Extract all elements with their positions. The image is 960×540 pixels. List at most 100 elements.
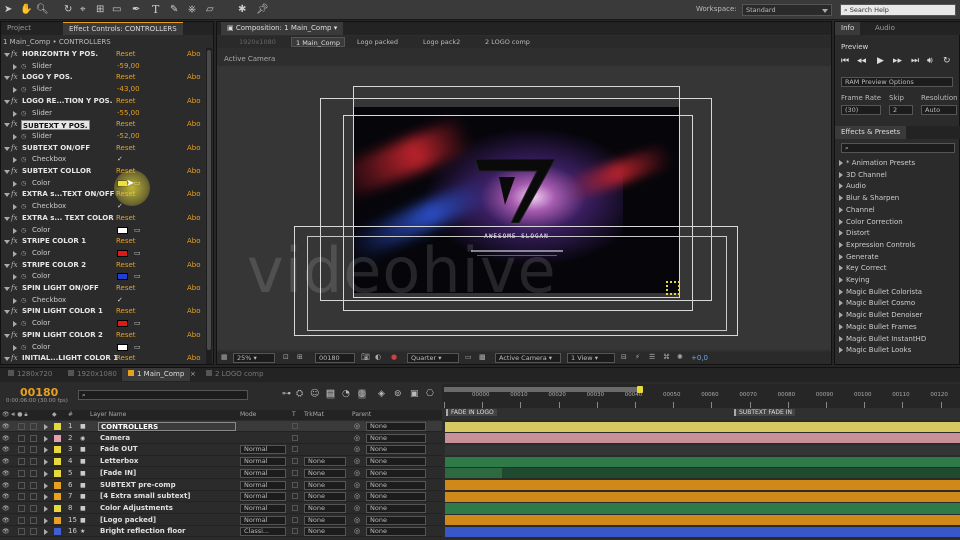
marker-subtext-fade-in[interactable]: SUBTEXT FADE IN xyxy=(734,409,795,416)
hide-shy-layers-icon[interactable]: ☺ xyxy=(310,389,319,399)
effect-reset-link[interactable]: Reset xyxy=(116,260,136,272)
exposure-value[interactable]: +0,0 xyxy=(691,354,708,362)
lock-box[interactable] xyxy=(30,458,37,466)
comp-flow-tab[interactable]: 2 LOGO comp xyxy=(481,37,534,47)
timeline-tab[interactable]: 2 LOGO comp xyxy=(200,368,269,381)
effect-row[interactable]: fx STRIPE COLOR 2 Reset Abo xyxy=(1,260,207,272)
effect-about-link[interactable]: Abo xyxy=(187,330,201,342)
close-icon[interactable]: × xyxy=(190,370,196,378)
effect-reset-link[interactable]: Reset xyxy=(116,353,136,365)
effect-reset-link[interactable]: Reset xyxy=(116,96,136,108)
stopwatch-icon[interactable]: ◷ xyxy=(21,154,26,166)
tab-composition[interactable]: ▣ Composition: 1 Main_Comp ▾ xyxy=(221,22,344,35)
visibility-eye-icon[interactable]: 👁︎ xyxy=(2,456,10,467)
expand-triangle-icon[interactable] xyxy=(839,253,843,260)
layer-row[interactable]: 👁︎ 2 ◉ Camera ◎ None xyxy=(0,432,442,444)
effect-reset-link[interactable]: Reset xyxy=(116,213,136,225)
effects-search-input[interactable]: ⌕ xyxy=(841,143,955,153)
layer-row[interactable]: 👁︎ 7 ■ [4 Extra small subtext] Normal None ◎ No… xyxy=(0,491,442,503)
eyedropper-icon[interactable]: ▭ xyxy=(134,248,141,260)
col-layer-name[interactable]: Layer Name xyxy=(90,410,126,420)
expand-triangle-icon[interactable] xyxy=(4,310,10,315)
tab-effects-presets[interactable]: Effects & Presets xyxy=(835,126,907,139)
expand-triangle-icon[interactable] xyxy=(13,344,17,351)
visibility-eye-icon[interactable]: 👁︎ xyxy=(2,526,10,537)
layer-row[interactable]: 👁︎ 16 ★ Bright reflection floor Classi... Non… xyxy=(0,526,442,538)
fx-icon[interactable]: fx xyxy=(11,353,18,365)
tab-effect-controls[interactable]: Effect Controls: CONTROLLERS xyxy=(63,22,183,35)
fx-icon[interactable]: fx xyxy=(11,236,18,248)
effect-about-link[interactable]: Abo xyxy=(187,166,201,178)
stopwatch-icon[interactable]: ◷ xyxy=(21,131,26,143)
eyedropper-icon[interactable]: ▭ xyxy=(134,342,141,354)
lock-box[interactable] xyxy=(30,434,37,442)
solo-box[interactable] xyxy=(18,481,25,489)
expand-triangle-icon[interactable] xyxy=(44,435,48,442)
skip-dropdown[interactable]: 2 xyxy=(889,105,913,115)
layer-duration-bar[interactable] xyxy=(445,456,960,467)
selection-tool-icon[interactable]: ➤ xyxy=(4,4,12,15)
lock-box[interactable] xyxy=(30,493,37,501)
effect-name[interactable]: SUBTEXT Y POS. xyxy=(21,120,90,131)
parent-pickwhip-icon[interactable]: ◎ xyxy=(354,444,360,455)
solo-box[interactable] xyxy=(18,423,25,430)
timeline-tab[interactable]: 1920x1080 xyxy=(62,368,123,381)
layer-name[interactable]: Camera xyxy=(100,433,130,444)
expand-triangle-icon[interactable] xyxy=(839,241,843,248)
comp-flow-tab[interactable]: Logo pack2 xyxy=(419,37,464,47)
stopwatch-icon[interactable]: ◷ xyxy=(21,84,26,96)
flowchart-icon[interactable]: ⌘ xyxy=(663,353,670,361)
expand-triangle-icon[interactable] xyxy=(44,459,48,466)
effect-about-link[interactable]: Abo xyxy=(187,143,201,155)
layer-parent-dropdown[interactable]: None xyxy=(366,527,426,537)
layer-mode-dropdown[interactable]: Normal xyxy=(240,480,286,490)
effect-reset-link[interactable]: Reset xyxy=(116,283,136,295)
workspace-dropdown[interactable]: Standard xyxy=(742,4,832,16)
effects-category-item[interactable]: 3D Channel xyxy=(839,170,959,181)
effect-reset-link[interactable]: Reset xyxy=(116,119,136,131)
eyedropper-icon[interactable]: ▭ xyxy=(134,318,141,330)
expand-triangle-icon[interactable] xyxy=(4,76,10,81)
zoom-dropdown[interactable]: 25% ▾ xyxy=(233,353,275,363)
expand-triangle-icon[interactable] xyxy=(4,123,10,128)
frame-rate-dropdown[interactable]: (30) xyxy=(841,105,881,115)
eraser-tool-icon[interactable]: ▱ xyxy=(206,4,214,15)
effect-name[interactable]: EXTRA s... TEXT COLOR xyxy=(22,213,114,225)
fx-icon[interactable]: fx xyxy=(11,189,18,201)
visibility-eye-icon[interactable]: 👁︎ xyxy=(2,480,10,491)
effects-category-item[interactable]: Magic Bullet Cosmo xyxy=(839,298,959,309)
expand-triangle-icon[interactable] xyxy=(13,250,17,257)
expand-triangle-icon[interactable] xyxy=(4,263,10,268)
layer-trkmat-dropdown[interactable]: None xyxy=(304,515,346,525)
effect-row[interactable]: fx LOGO RE...TION Y POS. Reset Abo xyxy=(1,96,207,108)
solo-box[interactable] xyxy=(18,528,25,536)
visibility-eye-icon[interactable]: 👁︎ xyxy=(2,515,10,526)
layer-mode-dropdown[interactable]: Normal xyxy=(240,503,286,513)
layer-duration-bar[interactable] xyxy=(445,421,960,432)
lock-box[interactable] xyxy=(30,423,37,430)
expand-triangle-icon[interactable] xyxy=(839,288,843,295)
solo-box[interactable] xyxy=(18,434,25,442)
timeline-tab[interactable]: 1280x720 xyxy=(2,368,58,381)
layer-name[interactable]: [Logo packed] xyxy=(100,515,156,526)
playhead-marker[interactable] xyxy=(637,386,643,393)
layer-label-color[interactable] xyxy=(54,516,61,524)
preserve-transparency-box[interactable] xyxy=(292,423,298,429)
layer-label-color[interactable] xyxy=(54,469,61,477)
expand-triangle-icon[interactable] xyxy=(13,204,17,211)
lock-box[interactable] xyxy=(30,446,37,454)
layer-parent-dropdown[interactable]: None xyxy=(366,480,426,490)
effect-about-link[interactable]: Abo xyxy=(187,283,201,295)
layer-duration-bar[interactable] xyxy=(445,491,960,502)
comp-viewport[interactable]: AWESOME SLOGAN videohive xyxy=(217,66,831,350)
anchor-handle[interactable] xyxy=(666,281,680,295)
clone-stamp-tool-icon[interactable]: ⎈ xyxy=(188,4,196,15)
expand-triangle-icon[interactable] xyxy=(4,99,10,104)
layer-trkmat-dropdown[interactable]: None xyxy=(304,480,346,490)
layer-parent-dropdown[interactable]: None xyxy=(366,457,426,467)
effect-row[interactable]: fx HORIZONTH Y POS. Reset Abo xyxy=(1,49,207,61)
expand-triangle-icon[interactable] xyxy=(839,312,843,319)
color-swatch[interactable] xyxy=(117,249,128,257)
audio-icon[interactable]: 🔊︎ xyxy=(927,56,933,66)
effect-reset-link[interactable]: Reset xyxy=(116,49,136,61)
